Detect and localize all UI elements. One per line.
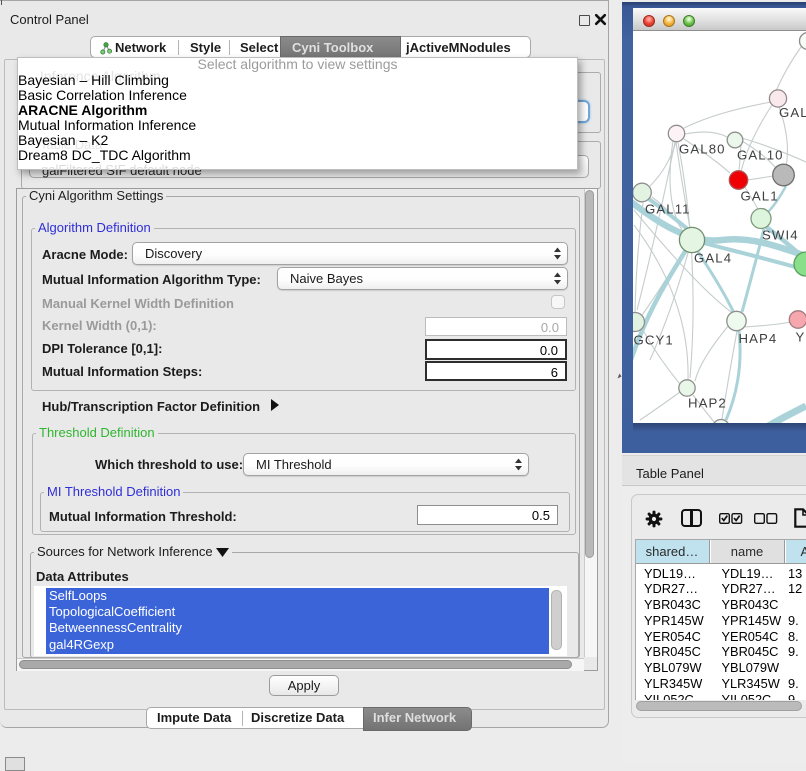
svg-text:GAL80: GAL80 — [679, 142, 726, 157]
svg-text:SWI4: SWI4 — [762, 228, 799, 243]
svg-text:GAL7: GAL7 — [779, 105, 806, 120]
svg-text:YM: YM — [796, 330, 806, 345]
svg-text:GAL10: GAL10 — [737, 148, 784, 163]
svg-text:GAL1: GAL1 — [741, 189, 779, 204]
svg-text:HAP2: HAP2 — [688, 396, 727, 411]
svg-text:HAP4: HAP4 — [739, 331, 778, 346]
svg-text:GAL11: GAL11 — [645, 202, 691, 217]
svg-text:GCY1: GCY1 — [634, 333, 674, 348]
svg-text:GAL4: GAL4 — [694, 251, 732, 266]
